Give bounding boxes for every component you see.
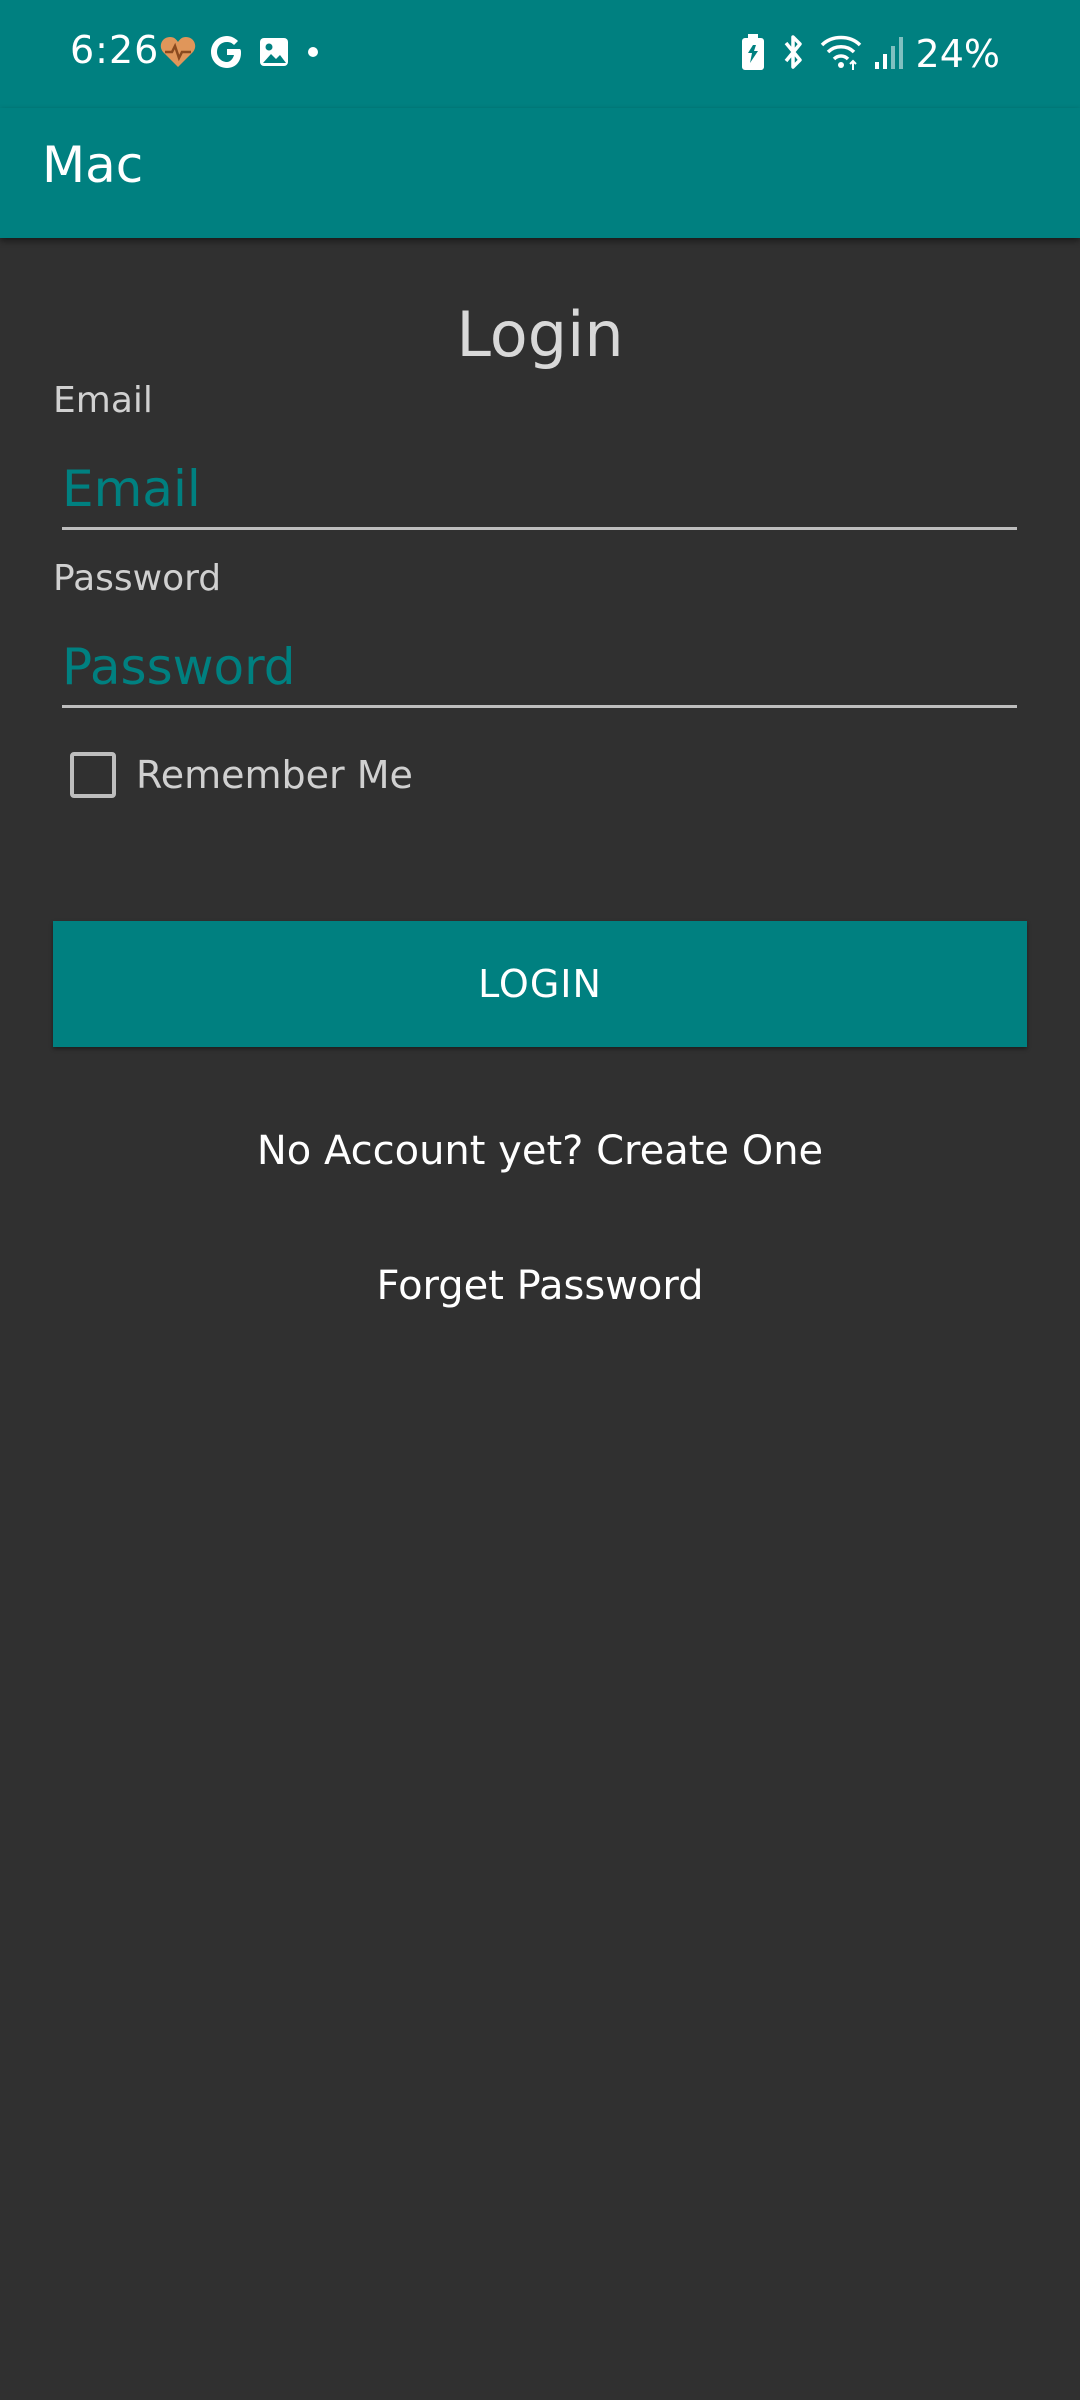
- battery-saver-icon: [740, 33, 766, 75]
- email-field[interactable]: [62, 450, 1017, 530]
- battery-percentage: 24%: [915, 32, 1000, 76]
- login-screen: Login Email Password Remember Me LOGIN N…: [0, 238, 1080, 2400]
- app-title: Mac: [42, 136, 144, 194]
- gallery-icon: [258, 36, 290, 72]
- app-bar: Mac: [0, 108, 1080, 238]
- remember-me-label: Remember Me: [136, 753, 413, 797]
- create-account-link[interactable]: No Account yet? Create One: [0, 1128, 1080, 1174]
- google-icon: [210, 35, 244, 73]
- login-button[interactable]: LOGIN: [53, 921, 1027, 1047]
- email-label: Email: [53, 380, 153, 421]
- status-notification-icons: [160, 34, 322, 74]
- status-system-icons: 24%: [740, 28, 1000, 80]
- remember-me-row[interactable]: Remember Me: [70, 750, 413, 800]
- status-bar: 6:26 24%: [0, 0, 1080, 108]
- dot-icon: [304, 43, 322, 65]
- remember-me-checkbox[interactable]: [70, 752, 116, 798]
- signal-icon: [874, 34, 904, 74]
- forget-password-link[interactable]: Forget Password: [0, 1263, 1080, 1309]
- health-heart-icon: [160, 35, 196, 73]
- login-title: Login: [456, 298, 624, 371]
- password-field[interactable]: [62, 628, 1017, 708]
- password-label: Password: [53, 558, 222, 599]
- status-time: 6:26: [70, 28, 160, 72]
- wifi-icon: [820, 33, 862, 75]
- bluetooth-icon: [778, 33, 808, 75]
